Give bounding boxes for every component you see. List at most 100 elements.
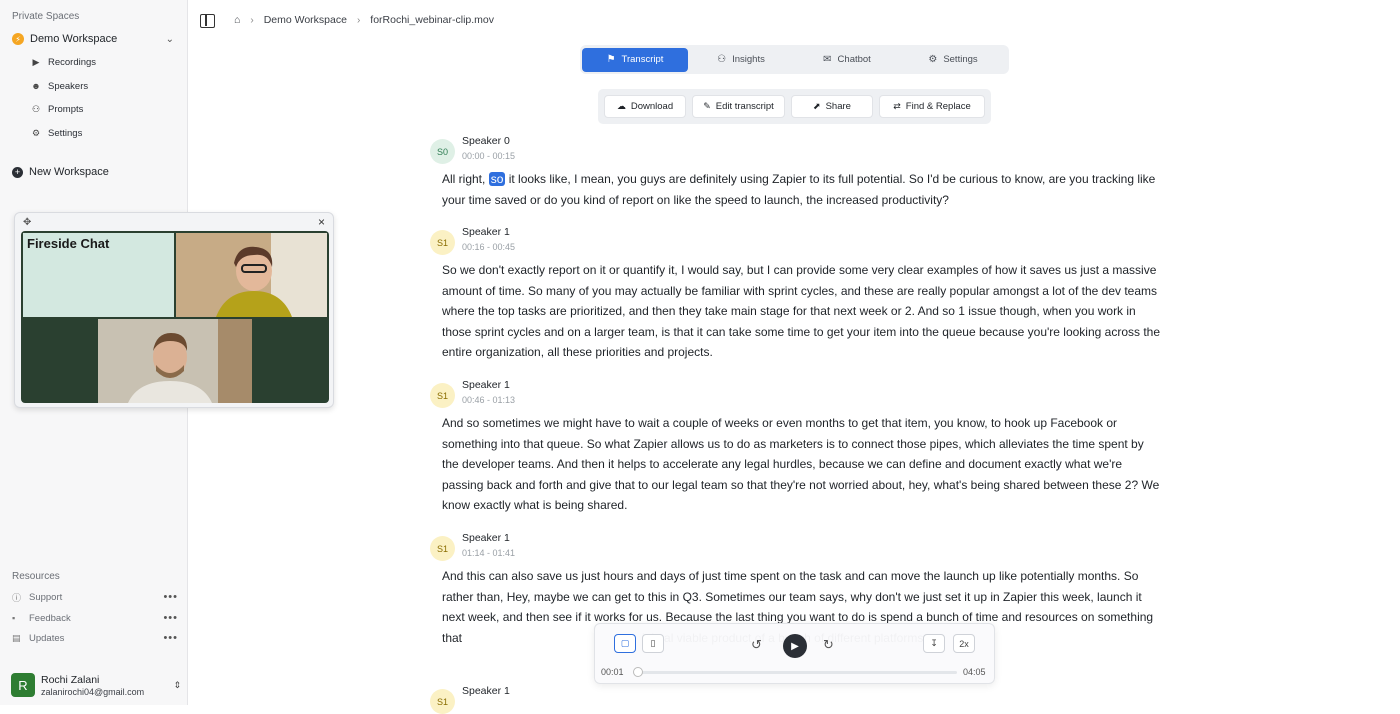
gear-icon: ⚙ (928, 54, 938, 65)
speaker-badge: S0 (430, 139, 455, 164)
private-spaces-label: Private Spaces (12, 11, 80, 22)
user-menu[interactable]: R Rochi Zalani zalanirochi04@gmail.com ⇕ (11, 672, 181, 698)
home-icon[interactable]: ⌂ (234, 14, 240, 26)
speaker-badge: S1 (430, 689, 455, 714)
download-icon[interactable]: ↧ (923, 634, 945, 653)
breadcrumb-workspace[interactable]: Demo Workspace (264, 14, 347, 26)
tab-label: Settings (943, 54, 978, 65)
chevron-down-icon[interactable]: ⌄ (166, 34, 174, 45)
speaker-name[interactable]: Speaker 1 (462, 532, 510, 544)
tab-settings[interactable]: ⚙ Settings (900, 48, 1006, 72)
tab-transcript[interactable]: ⚑ Transcript (582, 47, 688, 72)
button-label: Share (825, 101, 851, 112)
media-player: ▢ ▯ ↺ ▶ ↻ ↧ 2x 00:01 04:05 (594, 623, 995, 684)
find-replace-button[interactable]: ⇄ Find & Replace (879, 95, 985, 118)
tab-label: Insights (732, 54, 765, 65)
gear-icon: ⚙ (31, 127, 41, 138)
video-tile-participant (98, 319, 252, 403)
avatar: R (11, 673, 35, 697)
sidebar-item-label: Settings (48, 127, 83, 139)
progress-handle[interactable] (633, 667, 644, 677)
current-time: 00:01 (601, 667, 624, 677)
speaker-name[interactable]: Speaker 0 (462, 135, 510, 147)
sidebar-item-settings[interactable]: ⚙ Settings (30, 124, 82, 142)
resource-label: Updates (29, 632, 65, 644)
button-label: Edit transcript (715, 101, 774, 112)
tab-label: Transcript (621, 54, 664, 65)
segment-time[interactable]: 00:00 - 00:15 (462, 151, 515, 161)
segment-text[interactable]: And so sometimes we might have to wait a… (442, 413, 1162, 516)
breadcrumb-file[interactable]: forRochi_webinar-clip.mov (370, 14, 494, 26)
segment-text[interactable]: So we don't exactly report on it or quan… (442, 260, 1162, 363)
speed-button[interactable]: 2x (953, 634, 975, 653)
more-icon[interactable]: ••• (163, 591, 178, 603)
sidebar-toggle-icon[interactable] (200, 14, 215, 28)
chevron-right-icon: › (356, 14, 361, 26)
button-label: Download (630, 101, 674, 112)
share-button[interactable]: ⬈ Share (791, 95, 873, 118)
cloud-download-icon: ☁ (616, 101, 626, 111)
button-label: Find & Replace (905, 101, 971, 112)
workspace-name: Demo Workspace (30, 33, 118, 45)
download-button[interactable]: ☁ Download (604, 95, 686, 118)
speaker-badge: S1 (430, 230, 455, 255)
pencil-icon: ✎ (703, 101, 711, 111)
segment-time[interactable]: 00:16 - 00:45 (462, 242, 515, 252)
more-icon[interactable]: ••• (163, 632, 178, 644)
play-button[interactable]: ▶ (783, 634, 807, 658)
speaker-badge: S1 (430, 536, 455, 561)
resource-label: Feedback (29, 612, 71, 624)
resource-item-support[interactable]: ⓘ Support ••• (12, 589, 178, 605)
speaker-name[interactable]: Speaker 1 (462, 226, 510, 238)
breadcrumb: ⌂ › Demo Workspace › forRochi_webinar-cl… (234, 14, 494, 26)
tab-insights[interactable]: ⚇ Insights (688, 48, 794, 72)
transcript-actions: ☁ Download ✎ Edit transcript ⬈ Share ⇄ F… (598, 89, 991, 124)
sidebar-item-label: Recordings (48, 56, 97, 68)
segment-text[interactable]: All right, so it looks like, I mean, you… (442, 169, 1162, 210)
close-icon[interactable]: × (318, 215, 325, 229)
speakers-icon: ☻ (31, 81, 41, 91)
segment-time[interactable]: 00:46 - 01:13 (462, 395, 515, 405)
progress-track[interactable] (635, 671, 957, 674)
sidebar-item-speakers[interactable]: ☻ Speakers (30, 77, 88, 95)
tab-chatbot[interactable]: ✉ Chatbot (794, 48, 900, 72)
resource-item-feedback[interactable]: ▪ Feedback ••• (12, 610, 178, 626)
sidebar-item-prompts[interactable]: ⚇ Prompts (30, 100, 83, 118)
segment-time[interactable]: 01:14 - 01:41 (462, 548, 515, 558)
edit-transcript-button[interactable]: ✎ Edit transcript (692, 95, 785, 118)
video-tile-title-text: Fireside Chat (27, 236, 110, 251)
video-tile-title: Fireside Chat (23, 233, 174, 317)
recordings-icon: ▶ (32, 56, 40, 67)
chevron-updown-icon[interactable]: ⇕ (173, 680, 181, 691)
move-icon[interactable]: ✥ (23, 217, 31, 228)
video-icon[interactable]: ▢ (614, 634, 636, 653)
new-workspace-button[interactable]: + New Workspace (12, 166, 109, 178)
share-icon: ⬈ (813, 101, 821, 111)
transcript-icon: ⚑ (606, 54, 616, 65)
workspace-selector[interactable]: ⚡ Demo Workspace ⌄ (6, 29, 180, 49)
feedback-icon: ▪ (12, 613, 16, 623)
phone-icon[interactable]: ▯ (642, 634, 664, 653)
video-preview[interactable]: Fireside Chat (21, 231, 329, 403)
new-workspace-label: New Workspace (29, 166, 109, 178)
sidebar-item-label: Prompts (48, 103, 84, 115)
speaker-badge: S1 (430, 383, 455, 408)
participant-image (176, 233, 327, 317)
resource-item-updates[interactable]: ▤ Updates ••• (12, 630, 178, 646)
video-tile-participant (176, 233, 327, 317)
speaker-name[interactable]: Speaker 1 (462, 379, 510, 391)
forward-icon[interactable]: ↻ (823, 637, 834, 653)
lightbulb-icon: ⚇ (717, 54, 727, 65)
rewind-icon[interactable]: ↺ (751, 637, 762, 653)
lightning-icon: ⚡ (12, 33, 24, 45)
view-tabs: ⚑ Transcript ⚇ Insights ✉ Chatbot ⚙ Sett… (580, 45, 1009, 74)
user-name: Rochi Zalani (41, 673, 100, 686)
sidebar-item-recordings[interactable]: ▶ Recordings (30, 53, 97, 71)
sidebar-item-label: Speakers (48, 80, 89, 92)
speaker-name[interactable]: Speaker 1 (462, 685, 510, 697)
prompts-icon: ⚇ (31, 103, 41, 114)
video-popup[interactable]: ✥ × Fireside Chat (14, 212, 334, 408)
chevron-right-icon: › (250, 14, 254, 26)
more-icon[interactable]: ••• (163, 612, 178, 624)
highlighted-word[interactable]: so (488, 172, 506, 186)
